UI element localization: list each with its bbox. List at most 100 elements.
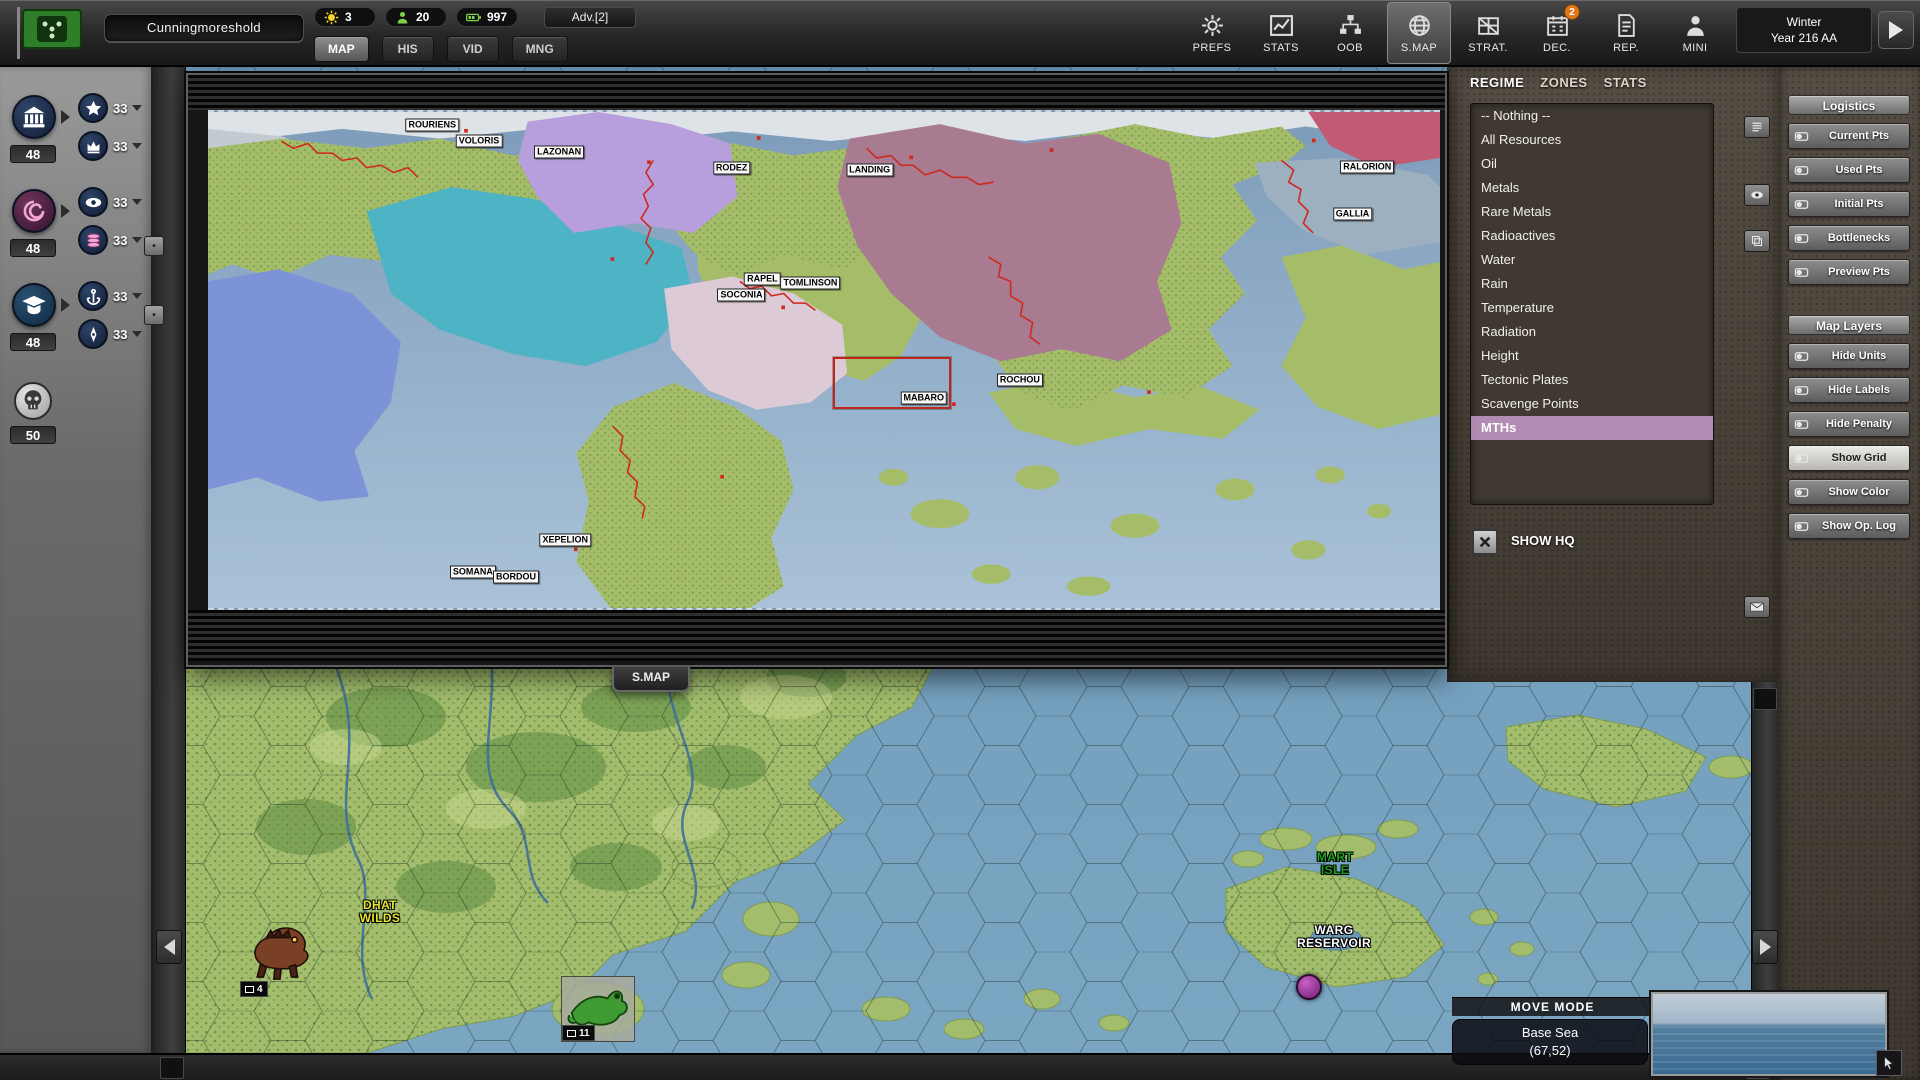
population-icon: [395, 10, 410, 25]
faction-name-plate[interactable]: Cunningmoreshold: [104, 14, 304, 42]
expand-arrow-icon[interactable]: [61, 204, 70, 218]
tokens-icon[interactable]: [78, 225, 108, 255]
layer-item-all-resources[interactable]: All Resources: [1471, 128, 1713, 152]
city-label-landing[interactable]: LANDING: [846, 164, 893, 177]
show-hq-checkbox[interactable]: [1472, 529, 1498, 555]
city-label-bordou[interactable]: BORDOU: [493, 570, 539, 583]
menu-button-dec[interactable]: DEC.2: [1525, 2, 1589, 64]
city-label-lazonan[interactable]: LAZONAN: [534, 145, 584, 158]
faction-flag[interactable]: [14, 5, 90, 61]
section-header-logistics[interactable]: Logistics: [1788, 95, 1910, 115]
eye-icon[interactable]: [78, 187, 108, 217]
viewport-selection-box[interactable]: [833, 357, 951, 409]
city-label-gallia[interactable]: GALLIA: [1333, 207, 1373, 220]
city-label-rochou[interactable]: ROCHOU: [997, 374, 1043, 387]
view-tab-his[interactable]: HIS: [382, 36, 434, 62]
psyche-icon[interactable]: [12, 189, 56, 233]
view-tab-map[interactable]: MAP: [314, 36, 369, 62]
show-color-button[interactable]: Show Color: [1788, 479, 1910, 505]
layers-button[interactable]: [1744, 230, 1770, 252]
current-pts-button[interactable]: Current Pts: [1788, 123, 1910, 149]
pen-icon[interactable]: [78, 319, 108, 349]
city-label-somana[interactable]: SOMANA: [450, 565, 496, 578]
expand-arrow-icon[interactable]: [61, 110, 70, 124]
mth-marker[interactable]: [1296, 974, 1322, 1000]
panel-tab-regime[interactable]: REGIME: [1470, 75, 1524, 90]
city-label-tomlinson[interactable]: TOMLINSON: [781, 276, 841, 289]
layer-item-oil[interactable]: Oil: [1471, 152, 1713, 176]
caret-down-icon: [132, 105, 142, 111]
sub-stat-value: 33: [113, 289, 127, 304]
star-icon[interactable]: [78, 93, 108, 123]
layer-item-height[interactable]: Height: [1471, 344, 1713, 368]
hide-penalty-button[interactable]: Hide Penalty: [1788, 411, 1910, 437]
messages-button[interactable]: [1744, 596, 1770, 618]
menu-button-strat[interactable]: STRAT.: [1456, 2, 1520, 64]
layer-item-rare-metals[interactable]: Rare Metals: [1471, 200, 1713, 224]
layer-item-metals[interactable]: Metals: [1471, 176, 1713, 200]
unit-lizard[interactable]: 11: [561, 976, 635, 1042]
hide-labels-button[interactable]: Hide Labels: [1788, 377, 1910, 403]
layer-item-tectonic-plates[interactable]: Tectonic Plates: [1471, 368, 1713, 392]
anchor-icon[interactable]: [78, 281, 108, 311]
preview-pts-button[interactable]: Preview Pts: [1788, 259, 1910, 285]
unit-beast[interactable]: 4: [240, 921, 318, 997]
hex-preview-window[interactable]: [1651, 992, 1887, 1076]
bottlenecks-button[interactable]: Bottlenecks: [1788, 225, 1910, 251]
eye-icon: [1750, 189, 1764, 201]
layer-item-nothing[interactable]: -- Nothing --: [1471, 104, 1713, 128]
used-pts-button[interactable]: Used Pts: [1788, 157, 1910, 183]
smap-window-tab[interactable]: S.MAP: [612, 667, 690, 692]
layer-item-radioactives[interactable]: Radioactives: [1471, 224, 1713, 248]
layer-item-mths[interactable]: MTHs: [1471, 416, 1713, 440]
menu-button-s-map[interactable]: S.MAP: [1387, 2, 1451, 64]
expand-arrow-icon[interactable]: [61, 298, 70, 312]
visibility-button[interactable]: [1744, 184, 1770, 206]
panel-tab-stats[interactable]: STATS: [1604, 75, 1647, 90]
list-icon: [1750, 121, 1764, 133]
layer-item-scavenge-points[interactable]: Scavenge Points: [1471, 392, 1713, 416]
location-name: Base Sea: [1453, 1024, 1647, 1042]
scroll-track-button[interactable]: [1753, 688, 1777, 710]
city-label-voloris[interactable]: VOLORIS: [456, 135, 503, 148]
city-label-rodez[interactable]: RODEZ: [713, 161, 751, 174]
layer-item-temperature[interactable]: Temperature: [1471, 296, 1713, 320]
advisor-button[interactable]: Adv.[2]: [544, 7, 636, 28]
hide-units-button[interactable]: Hide Units: [1788, 343, 1910, 369]
menu-button-oob[interactable]: OOB: [1318, 2, 1382, 64]
show-op-log-button[interactable]: Show Op. Log: [1788, 513, 1910, 539]
scroll-left-button[interactable]: [156, 930, 182, 964]
menu-button-stats[interactable]: STATS: [1249, 2, 1313, 64]
scroll-right-button[interactable]: [1752, 930, 1778, 964]
menu-button-prefs[interactable]: PREFS: [1180, 2, 1244, 64]
city-label-xepelion[interactable]: XEPELION: [540, 534, 592, 547]
city-label-rouriens[interactable]: ROURIENS: [405, 119, 459, 132]
scroll-corner-button-left[interactable]: [160, 1057, 184, 1079]
knowledge-icon[interactable]: [12, 283, 56, 327]
show-grid-button[interactable]: Show Grid: [1788, 445, 1910, 471]
layer-item-radiation[interactable]: Radiation: [1471, 320, 1713, 344]
view-tab-vid[interactable]: VID: [447, 36, 499, 62]
skull-icon[interactable]: [14, 382, 52, 420]
menu-button-mini[interactable]: MINI: [1663, 2, 1727, 64]
list-view-button[interactable]: [1744, 116, 1770, 138]
initial-pts-button[interactable]: Initial Pts: [1788, 191, 1910, 217]
sidebar-mini-button-1[interactable]: •: [144, 236, 164, 256]
city-label-soconia[interactable]: SOCONIA: [717, 288, 765, 301]
end-turn-button[interactable]: [1878, 11, 1914, 49]
city-label-rapel[interactable]: RAPEL: [744, 273, 781, 286]
menu-button-rep[interactable]: REP.: [1594, 2, 1658, 64]
strategic-map[interactable]: ROURIENS VOLORIS LAZONAN RODEZ LANDING RALORI…: [208, 110, 1440, 610]
section-header-map-layers[interactable]: Map Layers: [1788, 315, 1910, 335]
layer-item-water[interactable]: Water: [1471, 248, 1713, 272]
crown-icon[interactable]: [78, 131, 108, 161]
season-label: Winter: [1737, 14, 1871, 30]
government-icon[interactable]: [12, 95, 56, 139]
cursor-mode-button[interactable]: [1876, 1050, 1902, 1076]
lizard-unit-sprite: [562, 977, 634, 1029]
layer-item-rain[interactable]: Rain: [1471, 272, 1713, 296]
panel-tab-zones[interactable]: ZONES: [1540, 75, 1587, 90]
sidebar-mini-button-2[interactable]: •: [144, 305, 164, 325]
view-tab-mng[interactable]: MNG: [512, 36, 568, 62]
city-label-ralorion[interactable]: RALORION: [1340, 160, 1394, 173]
